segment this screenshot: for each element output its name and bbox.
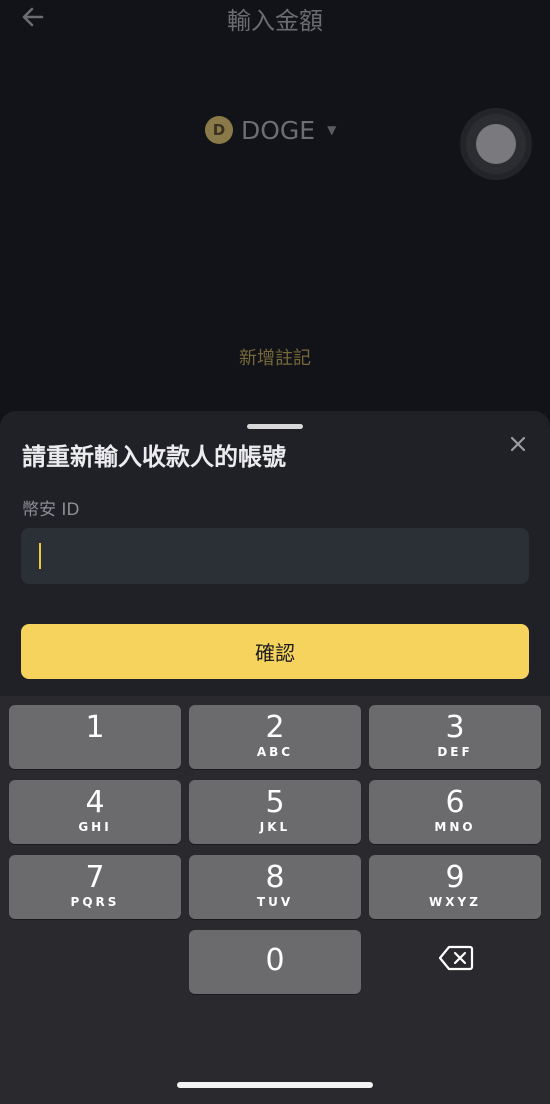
key-2[interactable]: 2 ABC	[189, 705, 361, 769]
home-indicator[interactable]	[177, 1082, 373, 1088]
coin-name: DOGE	[241, 115, 316, 145]
close-button[interactable]	[506, 433, 530, 457]
key-digit: 2	[265, 710, 285, 745]
key-letters: PQRS	[70, 895, 120, 909]
page-title: 輸入金額	[227, 7, 323, 35]
key-digit: 0	[265, 943, 285, 978]
key-9[interactable]: 9 WXYZ	[369, 855, 541, 919]
assistive-touch-button[interactable]	[466, 114, 526, 174]
key-digit: 6	[445, 785, 465, 820]
key-digit: 8	[265, 860, 285, 895]
numeric-keypad: 1 2 ABC 3 DEF 4 GHI 5 JKL 6 MNO 7 PQRS 8…	[0, 696, 550, 1104]
key-8[interactable]: 8 TUV	[189, 855, 361, 919]
key-digit: 3	[445, 710, 465, 745]
text-cursor	[39, 543, 41, 569]
binance-id-input[interactable]	[21, 528, 529, 584]
key-digit: 1	[85, 710, 105, 745]
key-1[interactable]: 1	[9, 705, 181, 769]
backspace-icon	[438, 945, 474, 971]
key-digit: 5	[265, 785, 285, 820]
confirm-button[interactable]: 確認	[21, 624, 529, 679]
assistive-touch-icon	[476, 124, 516, 164]
sheet-grabber-handle[interactable]	[247, 424, 303, 429]
key-letters: WXYZ	[429, 895, 481, 909]
doge-coin-icon: D	[205, 116, 233, 144]
key-letters: MNO	[434, 820, 476, 834]
key-letters: ABC	[256, 745, 294, 759]
close-icon	[510, 436, 526, 452]
key-digit: 4	[85, 785, 105, 820]
caret-down-icon: ▼	[327, 123, 337, 137]
add-note-link[interactable]: 新增註記	[0, 344, 550, 370]
key-letters: TUV	[256, 895, 294, 909]
key-letters: JKL	[259, 820, 291, 834]
key-3[interactable]: 3 DEF	[369, 705, 541, 769]
key-letters: GHI	[78, 820, 112, 834]
top-bar: 輸入金額	[0, 0, 550, 44]
sheet-title: 請重新輸入收款人的帳號	[22, 443, 286, 471]
key-0[interactable]: 0	[189, 930, 361, 994]
key-digit: 9	[445, 860, 465, 895]
coin-selector[interactable]: D DOGE ▼	[205, 114, 336, 146]
key-7[interactable]: 7 PQRS	[9, 855, 181, 919]
key-digit: 7	[85, 860, 105, 895]
key-5[interactable]: 5 JKL	[189, 780, 361, 844]
key-letters: DEF	[437, 745, 473, 759]
key-4[interactable]: 4 GHI	[9, 780, 181, 844]
key-6[interactable]: 6 MNO	[369, 780, 541, 844]
screen: 輸入金額 D DOGE ▼ 新增註記 請重新輸入收款人的帳號 幣安 ID 確認 …	[0, 0, 550, 1104]
delete-key[interactable]	[438, 944, 480, 976]
binance-id-label: 幣安 ID	[22, 500, 80, 520]
